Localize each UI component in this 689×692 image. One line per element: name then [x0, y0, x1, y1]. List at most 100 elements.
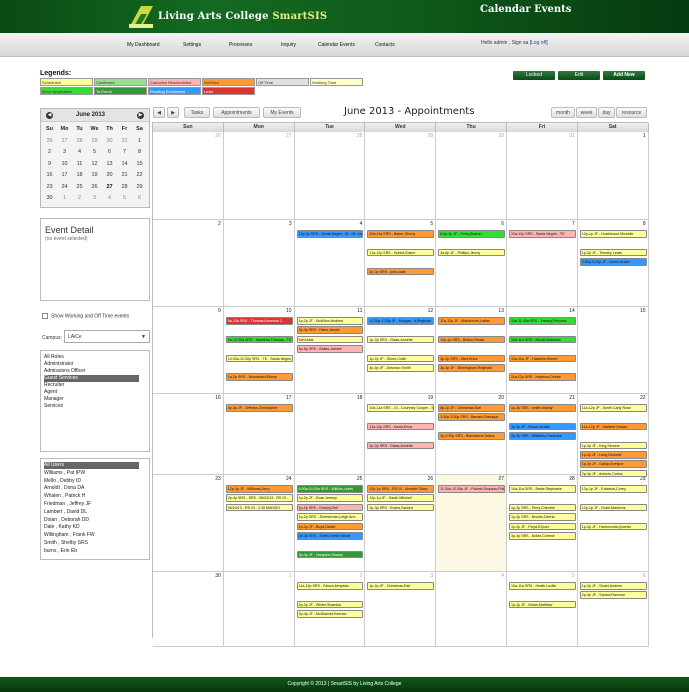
mini-calendar-day[interactable]: 4 [103, 192, 116, 204]
calendar-day-cell[interactable]: 15 [577, 307, 649, 394]
calendar-event[interactable]: 10a-11a SRS - Beale,Stephanie [509, 485, 576, 493]
tab-appointments[interactable]: Appointments [213, 107, 260, 118]
calendar-day-cell[interactable]: 27 [223, 132, 295, 220]
calendar-event[interactable]: 10a-11:30a SRS - Yansey,Princess [509, 317, 576, 325]
mini-calendar-day[interactable]: 15 [133, 158, 146, 170]
mini-calendar-day[interactable]: 7 [118, 146, 131, 158]
calendar-event[interactable]: 1p-2p JF - McMhun,Andrew [296, 317, 364, 325]
calendar-event[interactable]: 3p-3:30p SRS - Blackstone,Debra [438, 432, 505, 440]
mini-calendar-day[interactable]: 19 [88, 169, 101, 181]
mini-calendar-day[interactable]: 13 [103, 158, 116, 170]
calendar-event[interactable]: 10a-11a SRS - Heath,Lucille [509, 582, 576, 590]
calendar-day-cell[interactable]: 3 [223, 220, 295, 307]
calendar-event[interactable]: 2p-4p SRS - Hann,James [296, 326, 364, 334]
calendar-event[interactable]: 8p-2p JF - Christmas,Earl [438, 404, 505, 412]
mini-calendar-day[interactable]: 9 [43, 158, 56, 170]
calendar-event[interactable]: 2p-3p SRS - Mert,Erica [438, 354, 505, 363]
calendar-event[interactable]: 1p-2p SRS - Glass,Annette [367, 335, 435, 344]
user-option[interactable]: Friedman , Jeffrey JF [44, 501, 139, 508]
calendar-event[interactable]: 1p-2p SRS - Zimmerman,Leigh Ann [296, 513, 364, 521]
calendar-event[interactable]: Med Asst [296, 335, 364, 344]
calendar-day-cell[interactable]: 4 [436, 572, 507, 647]
calendar-event[interactable]: 3p-4p JF - Hampton,Sharon [296, 550, 364, 559]
user-option[interactable]: Mello , Debby ID [44, 478, 139, 485]
mini-calendar-day[interactable]: 1 [133, 135, 146, 147]
logoff-link[interactable]: Log off [531, 40, 546, 46]
campus-select[interactable]: LAiCe ▼ [64, 330, 150, 343]
calendar-event[interactable]: 11a-12p JF - Mallette,Kasian [579, 422, 647, 431]
calendar-event[interactable]: 1p-2p JF - Timothy Lewis [579, 248, 647, 257]
calendar-event[interactable]: 4p-5p JF - Jeffreys,Christopher [225, 404, 293, 412]
nav-item[interactable]: Settings [183, 42, 201, 48]
calendar-event[interactable]: 1p-2p SRS - smith,chasity [509, 404, 576, 412]
mini-calendar-day[interactable]: 6 [133, 192, 146, 204]
nav-item[interactable]: My Dashboard [127, 42, 160, 48]
calendar-event[interactable]: 10:30a-12:30p SRS - TE - Santa Negrin, M… [225, 354, 293, 363]
calendar-event[interactable]: 2p-3p JF - Wilder,Shamika [296, 600, 364, 609]
calendar-event[interactable]: 1p-2p JF - Shore,Collin [367, 354, 435, 363]
calendar-day-cell[interactable]: 16 [153, 394, 224, 475]
calendar-day-cell[interactable]: 1 [223, 572, 295, 647]
roles-listbox[interactable]: All Roles Administrator Admissions Officer… [40, 350, 150, 452]
view-resource-button[interactable]: resource [616, 107, 647, 118]
role-option[interactable]: Manager [44, 396, 139, 403]
mini-calendar-day[interactable]: 3 [58, 146, 71, 158]
calendar-event[interactable]: 8:2p-3p JF - Perry,Sharon [438, 230, 505, 238]
nav-item[interactable]: Processes [229, 42, 252, 48]
nav-item[interactable]: Calendar Events [318, 42, 355, 48]
add-new-button[interactable]: Add New [603, 71, 645, 80]
next-icon[interactable]: ▶ [167, 107, 179, 118]
user-option[interactable]: All Users [44, 462, 139, 469]
mini-calendar-day[interactable]: 11 [73, 158, 86, 170]
mini-calendar-day[interactable]: 27 [103, 181, 116, 193]
users-listbox[interactable]: All Users Williams , Pat IPW Mello , Debby… [40, 458, 150, 560]
user-option[interactable]: Dolan , Deborah DD [44, 517, 139, 524]
user-option[interactable]: Smith , Shelby SRS [44, 540, 139, 547]
calendar-event[interactable]: 2p-3p JF - Santos,Ramone [579, 591, 647, 599]
calendar-event[interactable]: 2p-3p SRS - Smith,Yvette Nicole [296, 532, 364, 540]
mini-calendar-day[interactable]: 26 [88, 181, 101, 193]
calendar-event[interactable]: 1p-2p JF - Floyd,EQuez [509, 522, 576, 531]
calendar-event[interactable]: 4p-5p SRS - Bullas,Jaimee [296, 345, 364, 353]
mini-calendar-day[interactable]: 17 [58, 169, 71, 181]
mini-calendar-day[interactable]: 31 [118, 135, 131, 147]
mini-calendar-day[interactable]: 22 [133, 169, 146, 181]
calendar-day-cell[interactable]: 23 [153, 475, 224, 572]
role-option[interactable]: Agent [44, 389, 139, 396]
calendar-event[interactable]: 1p-2p JF - Evan,Jeremy [296, 494, 364, 502]
calendar-event[interactable]: 1p-2p JF - Christmas,Earl [367, 582, 435, 590]
calendar-event[interactable]: 11a-12p SRS - Faison,kenyada [296, 582, 364, 590]
role-option[interactable]: All Roles [44, 354, 139, 361]
calendar-day-cell[interactable]: 29 [365, 132, 437, 220]
calendar-day-cell[interactable]: 9 [153, 307, 224, 394]
role-option[interactable]: Services [44, 403, 139, 410]
user-option[interactable]: burns , Erin Eb [44, 548, 139, 555]
calendar-event[interactable]: 12p-1p JF - Williams,Jerry [225, 485, 293, 493]
calendar-event[interactable]: 3p-4p SRS - Noble,Corinne [509, 532, 576, 540]
calendar-event[interactable]: 12p-1p SRS - RS GI - Annette Glass [367, 485, 435, 493]
calendar-day-cell[interactable]: 1 [577, 132, 649, 220]
calendar-event[interactable]: 11a-12p SRS - Kavia,Erica [367, 422, 435, 431]
user-option[interactable]: Williams , Pat IPW [44, 470, 139, 477]
calendar-day-cell[interactable]: 18 [294, 394, 366, 475]
tab-tasks[interactable]: Tasks [184, 107, 210, 118]
user-option[interactable]: Whalen , Patrick H [44, 493, 139, 500]
role-option[interactable]: Guest Services [44, 375, 139, 382]
calendar-event[interactable]: 11a-12p JF - Smith,Carly Rose [579, 404, 647, 412]
mini-calendar-day[interactable]: 14 [118, 158, 131, 170]
calendar-day-cell[interactable]: 30 [153, 572, 224, 647]
mini-calendar-day[interactable]: 21 [118, 169, 131, 181]
calendar-event[interactable]: 12p-1p JF - Sarah Mitchell [367, 494, 435, 502]
next-month-icon[interactable]: ▶ [137, 112, 144, 119]
calendar-event[interactable]: 3p-4p JF - Birmingham,Reginald [438, 364, 505, 372]
calendar-event[interactable]: 11:30a-12:30p JF - Pickett-Simpson,Phili… [438, 485, 505, 493]
calendar-event[interactable]: 10a-11a SRS - GI - Courtney Cooper - MBC… [367, 404, 435, 412]
tab-my-events[interactable]: My Events [263, 107, 301, 118]
calendar-event[interactable]: 10a-11a SRS - Nicole,Nakesha [509, 335, 576, 344]
mini-calendar-day[interactable]: 29 [88, 135, 101, 147]
show-working-toggle[interactable]: Show Working and Off Time events [42, 313, 129, 319]
mini-calendar-day[interactable]: 28 [73, 135, 86, 147]
user-option[interactable]: Dale , Kathy KD [44, 524, 139, 531]
calendar-event[interactable]: 4p-5p JF - Almonzo Smith [367, 364, 435, 372]
calendar-event[interactable]: 12p-1p JF - Edwards,Corey [579, 485, 647, 493]
